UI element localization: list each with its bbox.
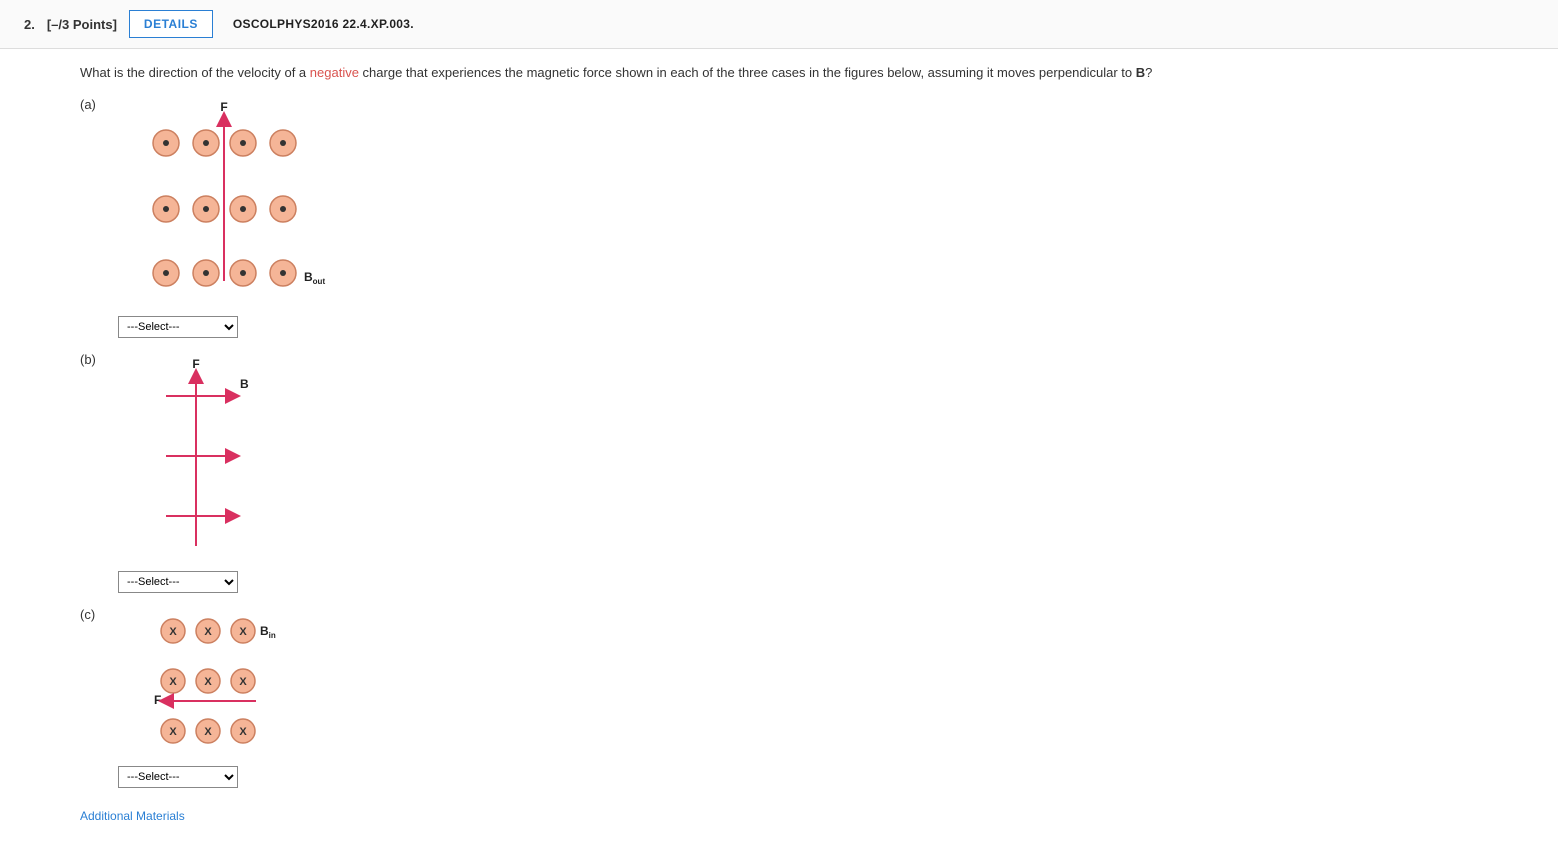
question-body: What is the direction of the velocity of… [0,49,1558,847]
figure-a-svg: F [118,101,348,301]
svg-text:X: X [204,626,212,638]
b-label-b: B [240,377,249,391]
details-button[interactable]: DETAILS [129,10,213,38]
svg-text:X: X [169,726,177,738]
svg-text:X: X [239,626,247,638]
part-b: (b) F B [80,352,1478,593]
figure-c: X X X X X X X X X Bin F [118,611,318,754]
prompt-suffix: ? [1145,65,1152,80]
f-label-b: F [192,357,199,371]
svg-text:X: X [204,726,212,738]
svg-text:X: X [169,626,177,638]
question-header: 2. [–/3 Points] DETAILS OSCOLPHYS2016 22… [0,0,1558,49]
part-a-label: (a) [80,97,118,112]
points-label: [–/3 Points] [47,17,117,32]
part-c-label: (c) [80,607,118,622]
question-prompt: What is the direction of the velocity of… [80,63,1478,83]
prompt-middle: charge that experiences the magnetic for… [359,65,1136,80]
prompt-bold: B [1136,65,1145,80]
part-b-label: (b) [80,352,118,367]
svg-text:X: X [204,676,212,688]
question-source: OSCOLPHYS2016 22.4.XP.003. [233,17,414,31]
part-a: (a) F [80,97,1478,338]
figure-a: F [118,101,348,304]
b-label-c: Bin [260,624,276,640]
question-number: 2. [24,17,35,32]
prompt-highlight: negative [310,65,359,80]
b-in-x: X X X X X X X X X [161,619,255,743]
additional-materials-link[interactable]: Additional Materials [80,809,185,823]
figure-b-svg: F B [118,356,298,556]
svg-text:X: X [239,676,247,688]
select-c[interactable]: ---Select--- [118,766,238,788]
part-c: (c) X X X X X X [80,607,1478,788]
f-label-a: F [220,101,227,114]
select-b[interactable]: ---Select--- [118,571,238,593]
select-a[interactable]: ---Select--- [118,316,238,338]
footer-section: Additional Materials [80,808,1478,823]
f-label-c: F [154,693,161,707]
svg-text:X: X [239,726,247,738]
svg-text:X: X [169,676,177,688]
b-label-a: Bout [304,270,325,286]
figure-b: F B [118,356,298,559]
figure-c-svg: X X X X X X X X X Bin F [118,611,318,751]
prompt-prefix: What is the direction of the velocity of… [80,65,310,80]
